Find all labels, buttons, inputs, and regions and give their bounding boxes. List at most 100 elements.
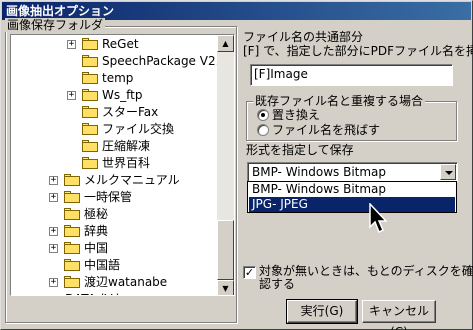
folder-icon bbox=[82, 55, 98, 67]
format-label: 形式を指定して保存 bbox=[246, 143, 354, 157]
radio-skip-label: ファイル名を飛ばす bbox=[272, 123, 381, 137]
dropdown-arrow-button[interactable] bbox=[440, 164, 456, 180]
tree-item[interactable]: + 辞典 bbox=[11, 223, 218, 240]
folder-icon-body bbox=[64, 261, 80, 271]
confirm-disk-checkbox[interactable]: ✓ bbox=[243, 266, 256, 279]
folder-icon-body bbox=[82, 40, 98, 50]
folder-icon-body bbox=[64, 176, 80, 186]
folder-icon-body bbox=[64, 227, 80, 237]
tree-item-label: 中国 bbox=[84, 241, 109, 255]
scroll-down-button[interactable]: ▼ bbox=[217, 280, 234, 295]
tree-item[interactable]: 極秘 bbox=[11, 206, 218, 223]
folder-icon bbox=[64, 259, 80, 271]
tree-item[interactable]: + メルクマニュアル bbox=[11, 172, 218, 189]
radio-selected-dot bbox=[261, 113, 265, 117]
folder-icon-body bbox=[64, 278, 80, 288]
filename-hint: [F] で、指定した部分にPDFファイル名を挿入 bbox=[243, 44, 473, 58]
expand-toggle-icon[interactable]: + bbox=[49, 244, 58, 253]
format-option-jpg[interactable]: JPG- JPEG bbox=[249, 197, 455, 212]
folder-icon bbox=[82, 38, 98, 50]
expand-toggle-icon[interactable]: + bbox=[32, 295, 37, 296]
folder-icon-body bbox=[64, 244, 80, 254]
radio-skip[interactable] bbox=[257, 124, 269, 136]
tree-item-label: メルクマニュアル bbox=[84, 173, 180, 187]
tree-item-label: ファイル交換 bbox=[102, 122, 175, 136]
tree-item-label: 中国語 bbox=[84, 258, 121, 272]
folder-icon-body bbox=[82, 125, 98, 135]
tree-item-label: 圧縮解凍 bbox=[102, 139, 151, 153]
tree-item[interactable]: SpeechPackage V2.0 bbox=[11, 53, 227, 70]
tree-item-label: 世界百科 bbox=[102, 156, 151, 170]
confirm-disk-label-line2: 認する bbox=[259, 277, 296, 291]
folder-icon bbox=[64, 208, 80, 220]
tree-item-label: DATA (V:) bbox=[65, 291, 120, 295]
filename-input[interactable]: [F]Image bbox=[250, 64, 453, 86]
folder-group-label: 画像保存フォルダ bbox=[5, 18, 106, 32]
folder-icon-body bbox=[64, 210, 80, 220]
tree-item-label: 辞典 bbox=[84, 224, 109, 238]
expand-toggle-icon[interactable]: + bbox=[67, 91, 76, 100]
confirm-disk-label-line1: 対象が無いときは、もとのディスクを確 bbox=[259, 264, 473, 278]
folder-icon bbox=[82, 106, 98, 118]
folder-icon bbox=[64, 276, 80, 288]
tree-item[interactable]: + Ws_ftp bbox=[11, 87, 218, 104]
folder-icon-body bbox=[82, 108, 98, 118]
tree-item[interactable]: 世界百科 bbox=[11, 155, 218, 172]
tree-item[interactable]: + ReGet bbox=[11, 36, 218, 53]
tree-item-label: 渡辺watanabe bbox=[84, 275, 168, 289]
tree-item[interactable]: 中国語 bbox=[11, 257, 218, 274]
mouse-pointer-icon bbox=[369, 203, 388, 234]
folder-icon-body bbox=[64, 193, 80, 203]
format-combobox[interactable]: BMP- Windows Bitmap bbox=[247, 162, 458, 182]
filename-group-label: ファイル名の共通部分 bbox=[243, 30, 364, 44]
scroll-thumb[interactable] bbox=[217, 220, 234, 280]
folder-icon bbox=[82, 89, 98, 101]
expand-toggle-icon[interactable]: + bbox=[49, 227, 58, 236]
folder-icon-body bbox=[82, 57, 98, 67]
tree-item-label: temp bbox=[102, 71, 134, 85]
tree-item[interactable]: temp bbox=[11, 70, 218, 87]
tree-item-label: 一時保管 bbox=[84, 190, 133, 204]
folder-tree-list: + ReGet SpeechPackage V2.0 temp + Ws_ftp スターFa… bbox=[11, 35, 227, 296]
expand-toggle-icon[interactable]: + bbox=[49, 193, 58, 202]
tree-item[interactable]: ファイル交換 bbox=[11, 121, 218, 138]
tree-vertical-scrollbar[interactable]: ▲ ▼ bbox=[217, 35, 234, 295]
tree-item-label: スターFax bbox=[102, 105, 159, 119]
tree-item-label: SpeechPackage V2.0 bbox=[102, 54, 228, 68]
folder-tree[interactable]: + ReGet SpeechPackage V2.0 temp + Ws_ftp スターFa… bbox=[10, 34, 235, 296]
folder-icon-body bbox=[82, 74, 98, 84]
folder-icon bbox=[64, 242, 80, 254]
format-option-bmp[interactable]: BMP- Windows Bitmap bbox=[249, 182, 455, 197]
chevron-down-icon bbox=[445, 171, 453, 175]
format-selected-value: BMP- Windows Bitmap bbox=[252, 165, 387, 179]
tree-item[interactable]: + DATA (V:) bbox=[11, 291, 218, 296]
folder-icon bbox=[82, 157, 98, 169]
expand-toggle-icon[interactable]: + bbox=[67, 40, 76, 49]
scroll-up-button[interactable]: ▲ bbox=[217, 35, 234, 52]
folder-icon-body bbox=[82, 142, 98, 152]
drive-icon bbox=[44, 295, 60, 296]
folder-icon bbox=[82, 140, 98, 152]
tree-item[interactable]: + 一時保管 bbox=[11, 189, 218, 206]
folder-icon bbox=[64, 191, 80, 203]
tree-item-label: 極秘 bbox=[84, 207, 109, 221]
folder-icon bbox=[82, 72, 98, 84]
tree-item[interactable]: + 渡辺watanabe bbox=[11, 274, 218, 291]
duplicate-group-label: 既存ファイル名と重複する場合 bbox=[253, 94, 426, 108]
tree-item-label: Ws_ftp bbox=[102, 88, 143, 102]
tree-item[interactable]: + 中国 bbox=[11, 240, 218, 257]
radio-overwrite[interactable] bbox=[257, 109, 269, 121]
folder-icon-body bbox=[82, 91, 98, 101]
folder-icon-body bbox=[82, 159, 98, 169]
run-button[interactable]: 実行(G) bbox=[286, 299, 358, 324]
cancel-button[interactable]: キャンセル(C) bbox=[362, 300, 436, 330]
expand-toggle-icon[interactable]: + bbox=[49, 278, 58, 287]
format-dropdown-list: BMP- Windows Bitmap JPG- JPEG bbox=[247, 181, 457, 213]
folder-icon bbox=[82, 123, 98, 135]
radio-overwrite-label: 置き換え bbox=[272, 108, 321, 122]
tree-item[interactable]: スターFax bbox=[11, 104, 218, 121]
folder-icon bbox=[64, 174, 80, 186]
tree-item-label: ReGet bbox=[102, 37, 139, 51]
tree-item[interactable]: 圧縮解凍 bbox=[11, 138, 218, 155]
expand-toggle-icon[interactable]: + bbox=[49, 176, 58, 185]
